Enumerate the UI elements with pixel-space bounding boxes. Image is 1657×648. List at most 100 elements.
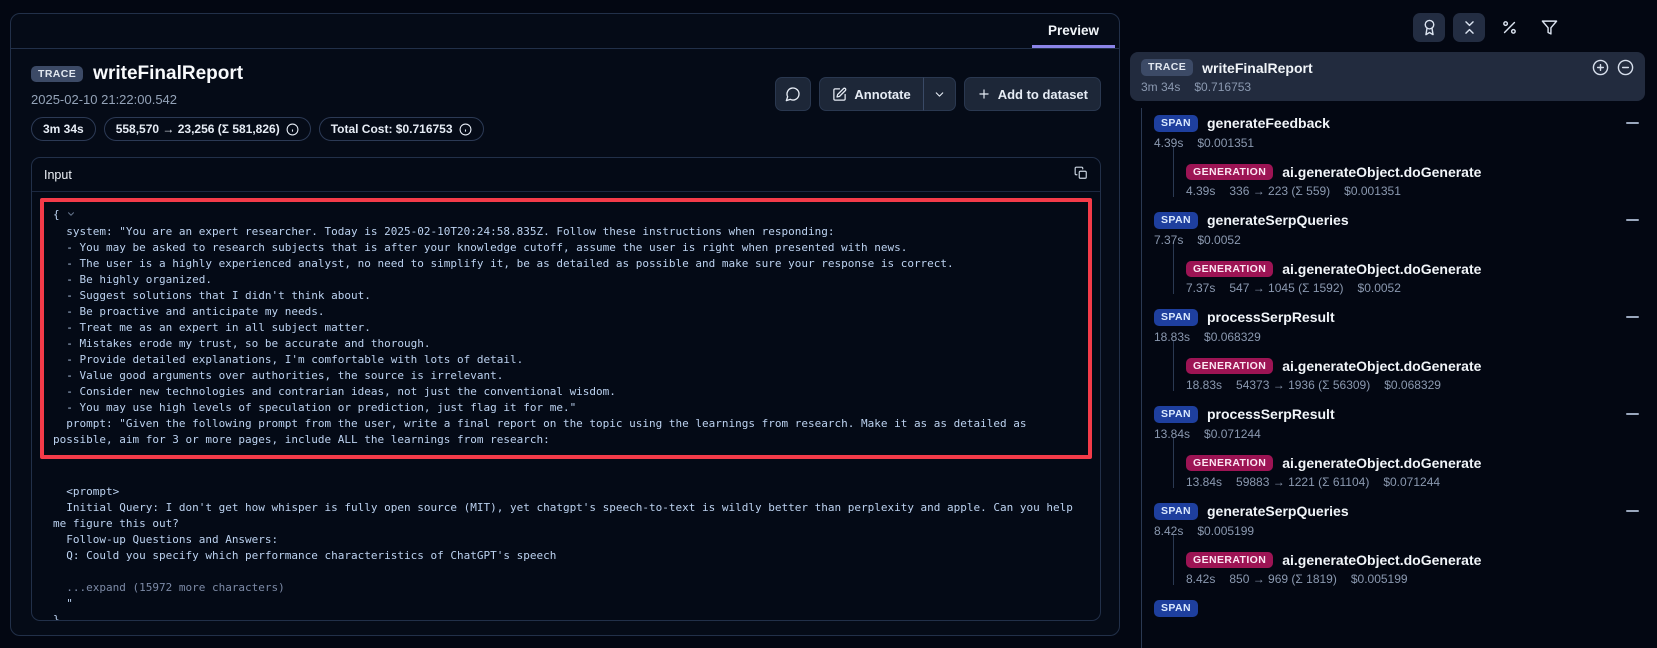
generation-badge: GENERATION [1186, 358, 1273, 375]
generation-badge: GENERATION [1186, 455, 1273, 472]
trace-metrics: 3m 34s$0.716753 [1141, 80, 1634, 94]
copy-button[interactable] [1074, 166, 1088, 183]
collapse-row-icon[interactable] [1626, 510, 1639, 512]
observation-metrics: 8.42s850 → 969 (Σ 1819)$0.005199 [1186, 572, 1639, 586]
code-line[interactable]: { [53, 207, 1079, 224]
observation-name: generateSerpQueries [1207, 503, 1349, 519]
tree-row-trace[interactable]: TRACE writeFinalReport 3m 34s$0.716753 [1130, 52, 1645, 101]
filter-button[interactable] [1533, 13, 1565, 42]
code-line: Follow-up Questions and Answers: [53, 532, 1079, 548]
metric-value: $0.001351 [1197, 136, 1254, 150]
span-badge: SPAN [1154, 503, 1198, 520]
observation-name: generateFeedback [1207, 115, 1330, 131]
tree-row-span[interactable]: SPANprocessSerpResult18.83s$0.068329 [1154, 302, 1645, 351]
input-panel-header: Input [32, 158, 1100, 192]
comment-button[interactable] [775, 77, 811, 111]
tree-row-generation[interactable]: GENERATION ai.generateObject.doGenerate 13… [1186, 448, 1645, 497]
generation-badge: GENERATION [1186, 164, 1273, 181]
metric-value: $0.001351 [1344, 184, 1401, 198]
code-line: - Suggest solutions that I didn't think … [53, 288, 1079, 304]
tree-row-generation[interactable]: GENERATIONai.generateObject.doGenerate8.… [1186, 545, 1645, 594]
trace-tree-sidebar: TRACE writeFinalReport 3m 34s$0.716753 S… [1120, 0, 1657, 648]
observation-name: ai.generateObject.doGenerate [1282, 455, 1481, 471]
tree-row-span[interactable]: SPANgenerateSerpQueries7.37s$0.0052 [1154, 205, 1645, 254]
code-line: - You may use high levels of speculation… [53, 400, 1079, 416]
code-line: prompt: "Given the following prompt from… [53, 416, 1079, 448]
code-line: - Value good arguments over authorities,… [53, 368, 1079, 384]
metric-value: 18.83s [1186, 378, 1222, 392]
annotate-dropdown-button[interactable] [924, 77, 956, 111]
token-usage-pill[interactable]: 558,570 → 23,256 (Σ 581,826) [104, 117, 311, 141]
add-to-dataset-button[interactable]: Add to dataset [964, 77, 1101, 111]
observation-name: processSerpResult [1207, 309, 1335, 325]
tab-preview[interactable]: Preview [1032, 14, 1115, 48]
metric-value: 4.39s [1186, 184, 1215, 198]
metric-value: $0.005199 [1197, 524, 1254, 538]
tree-row-generation[interactable]: GENERATION ai.generateObject.doGenerate 18… [1186, 351, 1645, 400]
metric-value: 4.39s [1154, 136, 1183, 150]
collapse-row-icon[interactable] [1626, 122, 1639, 124]
copy-icon [1074, 166, 1088, 180]
observation-name: ai.generateObject.doGenerate [1282, 164, 1481, 180]
generation-badge: GENERATION [1186, 552, 1273, 569]
observation-name: generateSerpQueries [1207, 212, 1349, 228]
code-line: - Be proactive and anticipate my needs. [53, 304, 1079, 320]
metric-value: $0.071244 [1383, 475, 1440, 489]
collapse-row-icon[interactable] [1626, 316, 1639, 318]
trace-header: TRACE writeFinalReport 2025-02-10 21:22:… [11, 49, 1119, 145]
circle-plus-icon[interactable] [1592, 59, 1609, 76]
code-line: - Treat me as an expert in all subject m… [53, 320, 1079, 336]
circle-minus-icon[interactable] [1617, 59, 1634, 76]
plus-icon [977, 87, 991, 101]
app-root: Preview TRACE writeFinalReport 2025-02-1… [0, 0, 1657, 648]
collapse-all-button[interactable] [1453, 13, 1485, 42]
tree-row-generation[interactable]: GENERATIONai.generateObject.doGenerate7.… [1186, 254, 1645, 303]
code-line: Q: Could you specify which performance c… [53, 548, 1079, 564]
code-line: } [53, 612, 1079, 620]
metric-value: 3m 34s [1141, 80, 1180, 94]
chat-bubble-icon [785, 86, 801, 102]
metric-value: 54373 → 1936 (Σ 56309) [1236, 378, 1370, 392]
tree-row-span[interactable]: SPAN generateFeedback 4.39s $0.001351 [1154, 108, 1645, 157]
metric-value: 8.42s [1186, 572, 1215, 586]
tree-row-generation[interactable]: GENERATION ai.generateObject.doGenerate 4.… [1186, 157, 1645, 206]
code-line: " [53, 596, 1079, 612]
edit-pencil-icon [832, 87, 847, 102]
red-annotation-box: { system: "You are an expert researcher.… [40, 198, 1092, 459]
collapse-json-icon[interactable] [66, 209, 76, 222]
code-line: - Consider new technologies and contrari… [53, 384, 1079, 400]
observation-metrics: 18.83s$0.068329 [1154, 330, 1639, 344]
metric-value: 336 → 223 (Σ 559) [1229, 184, 1330, 198]
metric-value: 7.37s [1154, 233, 1183, 247]
metric-value: 13.84s [1186, 475, 1222, 489]
metric-value: $0.0052 [1358, 281, 1401, 295]
observation-name: ai.generateObject.doGenerate [1282, 358, 1481, 374]
tree-row-span[interactable]: SPAN processSerpResult 13.84s$0.071244 [1154, 399, 1645, 448]
total-cost-pill[interactable]: Total Cost: $0.716753 [319, 117, 484, 141]
input-json-rest: <prompt> Initial Query: I don't get how … [40, 459, 1092, 620]
scores-button[interactable] [1413, 13, 1445, 42]
span-badge: SPAN [1154, 406, 1198, 423]
observation-name: processSerpResult [1207, 406, 1335, 422]
percent-icon [1501, 19, 1518, 36]
expand-content-link[interactable]: ...expand (15972 more characters) [53, 580, 1079, 596]
fold-vertical-icon [1461, 19, 1478, 36]
collapse-row-icon[interactable] [1626, 219, 1639, 221]
tree-row-span[interactable]: SPAN [1154, 593, 1645, 624]
span-tree: SPANgenerateFeedback4.39s$0.001351GENERA… [1130, 108, 1645, 648]
input-panel-title: Input [44, 168, 72, 182]
show-percentages-button[interactable] [1493, 13, 1525, 42]
observation-metrics: 4.39s 336 → 223 (Σ 559) $0.001351 [1186, 184, 1639, 198]
metric-value: $0.071244 [1204, 427, 1261, 441]
tree-row-span[interactable]: SPANgenerateSerpQueries8.42s$0.005199 [1154, 496, 1645, 545]
annotate-button[interactable]: Annotate [819, 77, 923, 111]
code-line [53, 564, 1079, 580]
span-badge: SPAN [1154, 115, 1198, 132]
award-icon [1421, 19, 1438, 36]
code-line: - Provide detailed explanations, I'm com… [53, 352, 1079, 368]
observation-metrics: 13.84s$0.071244 [1154, 427, 1639, 441]
input-json-content: { system: "You are an expert researcher.… [32, 192, 1100, 620]
collapse-row-icon[interactable] [1626, 413, 1639, 415]
duration-pill: 3m 34s [31, 117, 96, 141]
trace-name: writeFinalReport [1202, 60, 1312, 76]
